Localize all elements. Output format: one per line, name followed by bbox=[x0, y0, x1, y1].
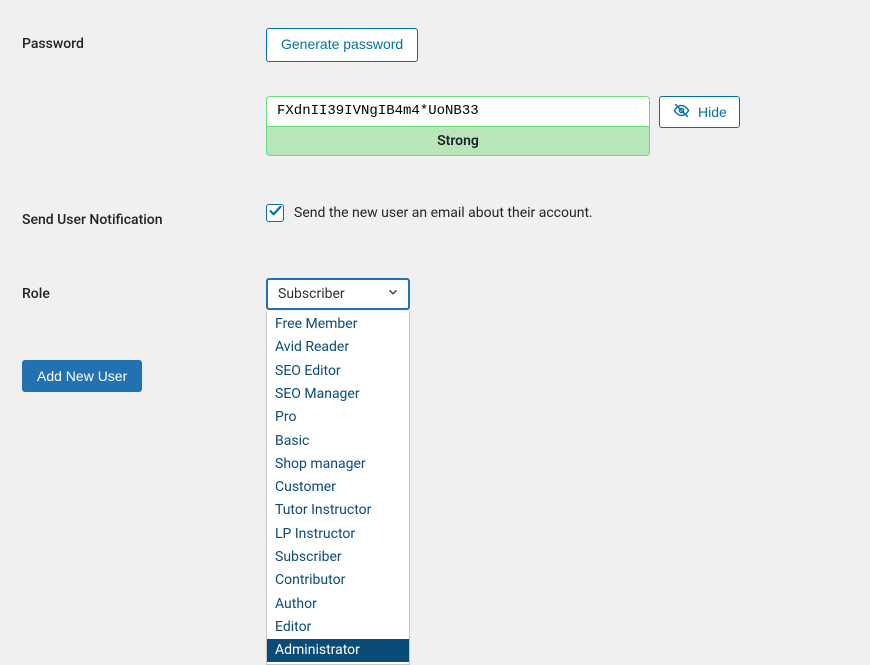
role-option[interactable]: Administrator bbox=[267, 639, 409, 662]
password-input[interactable] bbox=[266, 96, 650, 126]
role-option[interactable]: LP Instructor bbox=[267, 522, 409, 545]
role-option[interactable]: SEO Manager bbox=[267, 382, 409, 405]
role-label: Role bbox=[22, 278, 266, 302]
password-field: Generate password Strong Hide bbox=[266, 28, 848, 156]
password-input-row: Strong Hide bbox=[266, 96, 848, 156]
role-option[interactable]: Shop manager bbox=[267, 452, 409, 475]
notification-field: Send the new user an email about their a… bbox=[266, 204, 848, 222]
role-option[interactable]: Tutor Instructor bbox=[267, 499, 409, 522]
submit-row: Add New User bbox=[22, 360, 848, 392]
password-input-wrap: Strong Hide bbox=[266, 96, 848, 156]
password-label: Password bbox=[22, 28, 266, 52]
generate-password-button[interactable]: Generate password bbox=[266, 28, 418, 62]
notification-checkbox-wrap: Send the new user an email about their a… bbox=[266, 204, 848, 222]
notification-checkbox-text: Send the new user an email about their a… bbox=[294, 205, 593, 221]
hide-button-label: Hide bbox=[698, 104, 727, 120]
hide-password-button[interactable]: Hide bbox=[659, 96, 740, 128]
notification-checkbox[interactable] bbox=[266, 204, 284, 222]
role-option[interactable]: Customer bbox=[267, 476, 409, 499]
role-option[interactable]: Basic bbox=[267, 429, 409, 452]
notification-row: Send User Notification Send the new user… bbox=[22, 204, 848, 228]
role-option[interactable]: Editor bbox=[267, 615, 409, 638]
role-option[interactable]: Author bbox=[267, 592, 409, 615]
chevron-down-icon bbox=[386, 285, 400, 303]
add-new-user-button[interactable]: Add New User bbox=[22, 360, 142, 392]
notification-label: Send User Notification bbox=[22, 204, 266, 228]
role-select-display[interactable]: Subscriber bbox=[266, 278, 410, 310]
eye-slash-icon bbox=[672, 102, 691, 122]
password-strength: Strong bbox=[266, 126, 650, 156]
role-row: Role Subscriber Free MemberAvid ReaderSE… bbox=[22, 278, 848, 310]
role-option[interactable]: Avid Reader bbox=[267, 336, 409, 359]
password-row: Password Generate password Strong bbox=[22, 28, 848, 156]
role-option[interactable]: Pro bbox=[267, 406, 409, 429]
role-field: Subscriber Free MemberAvid ReaderSEO Edi… bbox=[266, 278, 848, 310]
role-dropdown: Free MemberAvid ReaderSEO EditorSEO Mana… bbox=[266, 311, 410, 665]
role-option[interactable]: SEO Editor bbox=[267, 359, 409, 382]
role-option[interactable]: Contributor bbox=[267, 569, 409, 592]
role-selected-text: Subscriber bbox=[278, 286, 345, 302]
role-select[interactable]: Subscriber Free MemberAvid ReaderSEO Edi… bbox=[266, 278, 410, 310]
role-option[interactable]: Subscriber bbox=[267, 546, 409, 569]
check-icon bbox=[268, 203, 283, 222]
password-input-group: Strong bbox=[266, 96, 650, 156]
role-option[interactable]: Free Member bbox=[267, 313, 409, 336]
